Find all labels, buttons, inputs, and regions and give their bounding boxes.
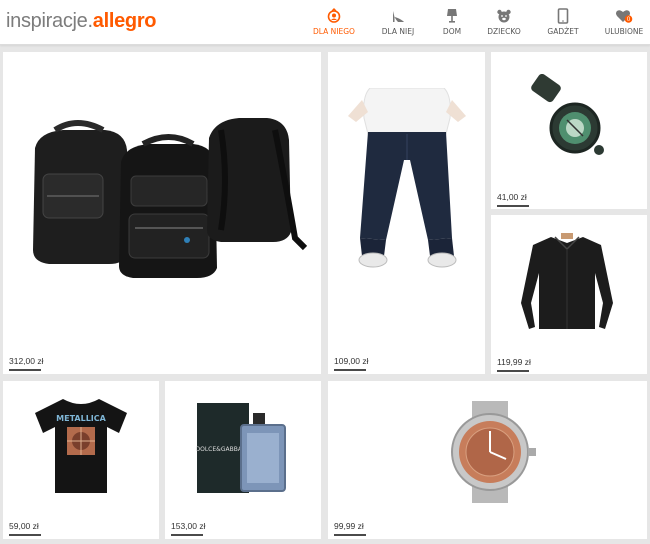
product-card-watch[interactable]: 99,99 zł [328, 381, 647, 539]
price-underline [497, 205, 529, 207]
product-price: 312,00 zł [9, 356, 44, 366]
price-underline [171, 534, 203, 536]
product-price: 59,00 zł [9, 521, 39, 531]
product-image-tshirt: METALLICA [35, 399, 127, 493]
product-image-shirt [521, 233, 613, 329]
lamp-icon [447, 9, 457, 23]
price-underline [9, 369, 41, 371]
nav-label: ULUBIONE [604, 27, 644, 36]
nav-ulubione[interactable]: 0 ULUBIONE [602, 0, 646, 44]
product-image-compass [531, 74, 604, 155]
product-image-watch [451, 401, 536, 503]
nav-dla-niej[interactable]: DLA NIEJ [374, 0, 422, 44]
product-price: 109,00 zł [334, 356, 369, 366]
product-card-compass[interactable]: 41,00 zł [491, 52, 647, 209]
man-icon [327, 8, 341, 23]
logo[interactable]: inspiracje.allegro [6, 10, 157, 33]
product-price: 119,99 zł [497, 357, 531, 367]
top-bar: inspiracje.allegro DLA NIEGO DLA NIEJ DO… [0, 0, 650, 45]
heart-icon: 0 [616, 10, 633, 23]
high-heel-icon [393, 11, 404, 22]
product-price: 41,00 zł [497, 192, 527, 202]
nav-label: DLA NIEGO [313, 27, 355, 36]
nav-dla-niego[interactable]: DLA NIEGO [308, 0, 360, 44]
svg-text:METALLICA: METALLICA [56, 414, 106, 423]
logo-part1: inspiracje. [6, 10, 93, 32]
nav-label: DLA NIEJ [381, 27, 415, 36]
product-image-backpacks [33, 118, 307, 278]
nav-gadzet[interactable]: GADŻET [543, 0, 583, 44]
nav-label: DZIECKO [487, 27, 521, 36]
nav-label: GADŻET [547, 27, 579, 36]
product-price: 153,00 zł [171, 521, 206, 531]
tablet-icon [557, 8, 569, 24]
nav-dom[interactable]: DOM [436, 0, 468, 44]
product-card-tshirt[interactable]: METALLICA 59,00 zł [3, 381, 159, 539]
price-underline [334, 369, 366, 371]
product-card-backpacks[interactable]: 312,00 zł [3, 52, 321, 374]
product-image-jeans [348, 88, 466, 268]
product-image-perfume: DOLCE&GABBANA [195, 403, 286, 493]
price-underline [9, 534, 41, 536]
product-card-perfume[interactable]: DOLCE&GABBANA 153,00 zł [165, 381, 321, 539]
price-underline [497, 370, 529, 372]
product-card-shirt[interactable]: 119,99 zł [491, 215, 647, 374]
product-price: 99,99 zł [334, 521, 364, 531]
nav-dziecko[interactable]: DZIECKO [484, 0, 524, 44]
product-card-jeans[interactable]: 109,00 zł [328, 52, 485, 374]
price-underline [334, 534, 366, 536]
teddy-bear-icon [497, 9, 511, 23]
logo-part2: allegro [92, 10, 157, 32]
nav-label: DOM [442, 27, 462, 36]
